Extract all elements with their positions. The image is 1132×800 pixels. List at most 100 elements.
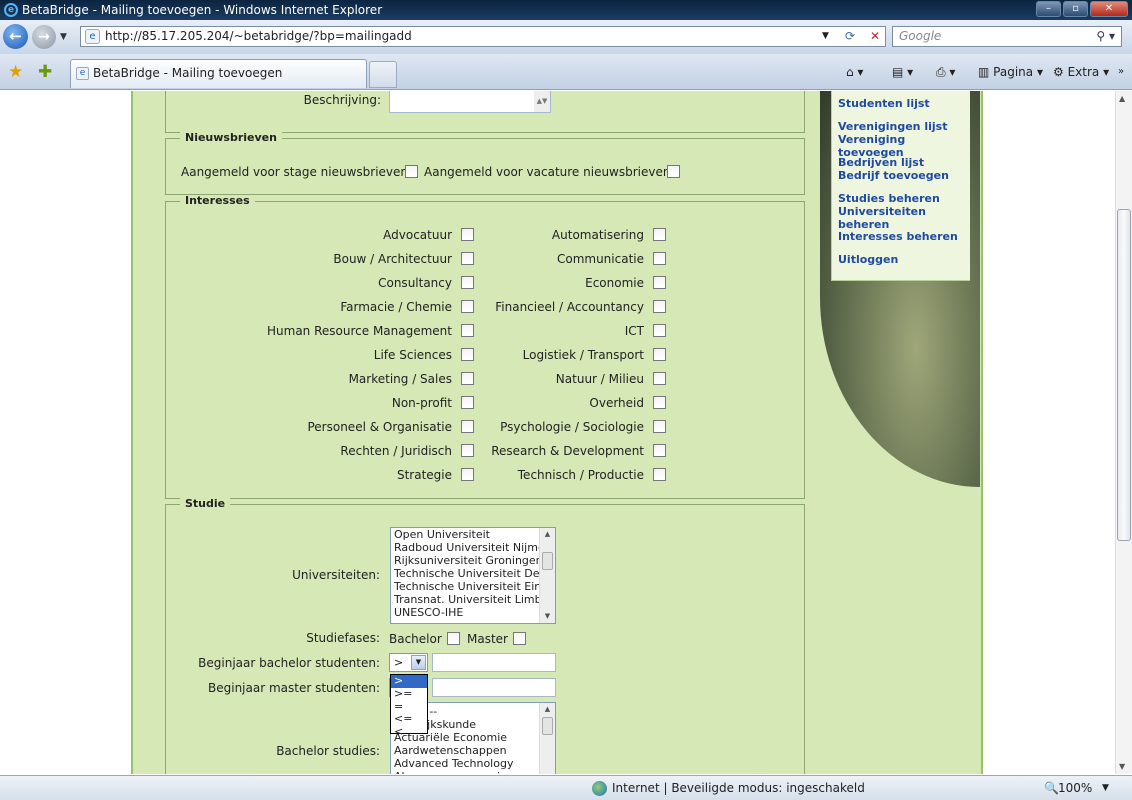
bachelor-studies-scrollbar[interactable]: ▲	[539, 703, 555, 774]
universiteiten-scrollbar[interactable]: ▲ ▼	[539, 528, 555, 623]
bachelor-studie-option[interactable]: Aardwetenschappen	[391, 744, 555, 757]
master-checkbox[interactable]	[513, 632, 526, 645]
stop-icon[interactable]: ✕	[864, 27, 886, 46]
menu-uitloggen[interactable]: Uitloggen	[838, 253, 898, 266]
menu-universiteiten-beheren[interactable]: Universiteiten beheren	[838, 205, 938, 231]
interesse-checkbox-financieel-accountancy[interactable]	[653, 300, 666, 313]
close-window-button[interactable]: ✕	[1090, 1, 1128, 17]
zoom-icon[interactable]: 🔍	[1044, 776, 1059, 800]
tab-mailing-toevoegen[interactable]: e BetaBridge - Mailing toevoegen	[70, 59, 367, 88]
menu-bedrijf-toevoegen[interactable]: Bedrijf toevoegen	[838, 169, 949, 182]
page-menu-label: Pagina	[993, 65, 1034, 79]
page-viewport: Beschrijving: ▲▼ Nieuwsbrieven Aangemeld…	[0, 91, 1115, 774]
universiteit-option[interactable]: UNESCO-IHE	[391, 606, 555, 619]
universiteit-option[interactable]: Rijksuniversiteit Groningen	[391, 554, 555, 567]
universiteiten-listbox[interactable]: Open Universiteit Radboud Universiteit Ni…	[390, 527, 556, 624]
page-scrollbar-thumb[interactable]	[1117, 209, 1131, 541]
interesse-checkbox-technisch-productie[interactable]	[653, 468, 666, 481]
interesse-label-overheid: Overheid	[589, 396, 644, 410]
maximize-button[interactable]: ▫	[1063, 1, 1088, 17]
beginjaar-bachelor-operator-select[interactable]: > ▼	[389, 653, 428, 672]
add-favorites-icon[interactable]: ✚	[38, 62, 52, 82]
ie-logo-icon: e	[4, 3, 18, 17]
address-dropdown-icon[interactable]: ▼	[822, 27, 829, 46]
universiteit-option[interactable]: Radboud Universiteit Nijmegen	[391, 541, 555, 554]
favorites-star-icon[interactable]: ★	[8, 62, 23, 82]
beginjaar-bachelor-input[interactable]	[432, 653, 556, 672]
search-input[interactable]: Google ⚲ ▾	[892, 26, 1122, 47]
tools-menu-button[interactable]: ⚙ Extra ▾	[1053, 62, 1109, 82]
interesse-checkbox-logistiek-transport[interactable]	[653, 348, 666, 361]
master-label: Master	[467, 632, 508, 646]
operator-option[interactable]: >	[391, 674, 427, 688]
beschrijving-label: Beschrijving:	[303, 93, 381, 107]
page-icon: e	[85, 29, 100, 44]
menu-verenigingen-lijst[interactable]: Verenigingen lijst	[838, 120, 947, 133]
home-icon[interactable]: ⌂ ▾	[846, 62, 863, 82]
beginjaar-bachelor-operator-value: >	[394, 656, 404, 669]
page-scrollbar[interactable]: ▲ ▼	[1115, 91, 1132, 774]
operator-option[interactable]: >=	[391, 687, 427, 701]
search-placeholder: Google	[899, 29, 942, 43]
menu-interesses-beheren[interactable]: Interesses beheren	[838, 230, 958, 243]
scroll-down-icon[interactable]: ▼	[1119, 762, 1125, 771]
operator-dropdown-list[interactable]: > >= = <= <	[390, 674, 428, 738]
refresh-icon[interactable]: ⟳	[839, 27, 861, 46]
status-bar: Internet | Beveiligde modus: ingeschakel…	[0, 775, 1132, 800]
zoom-dropdown-icon[interactable]: ▼	[1102, 776, 1109, 800]
interesse-checkbox-overheid[interactable]	[653, 396, 666, 409]
window-titlebar: e BetaBridge - Mailing toevoegen - Windo…	[0, 0, 1132, 20]
universiteit-option[interactable]: Technische Universiteit Delft	[391, 567, 555, 580]
interesse-checkbox-automatisering[interactable]	[653, 228, 666, 241]
interesse-label-psychologie-sociologie: Psychologie / Sociologie	[500, 420, 644, 434]
feeds-icon[interactable]: ▤ ▾	[892, 62, 913, 82]
new-tab-button[interactable]	[369, 61, 397, 88]
address-bar[interactable]: e http://85.17.205.204/~betabridge/?bp=m…	[80, 26, 886, 47]
zoom-level[interactable]: 100%	[1058, 776, 1092, 800]
bachelor-checkbox[interactable]	[447, 632, 460, 645]
menu-studenten-lijst[interactable]: Studenten lijst	[838, 97, 930, 110]
universiteit-option[interactable]: Technische Universiteit Eindhoven	[391, 580, 555, 593]
tools-menu-label: Extra	[1067, 65, 1100, 79]
interesse-checkbox-psychologie-sociologie[interactable]	[653, 420, 666, 433]
tab-label: BetaBridge - Mailing toevoegen	[93, 66, 283, 80]
tab-page-icon: e	[76, 67, 89, 80]
beschrijving-textarea[interactable]: ▲▼	[389, 91, 551, 113]
security-zone-text: Internet | Beveiligde modus: ingeschakel…	[612, 781, 865, 795]
bachelor-studie-option[interactable]: Algemene economie	[391, 770, 555, 774]
interesse-checkbox-natuur-milieu[interactable]	[653, 372, 666, 385]
menu-bedrijven-lijst[interactable]: Bedrijven lijst	[838, 156, 924, 169]
admin-menu: Studenten lijst Verenigingen lijst Veren…	[831, 91, 970, 281]
recent-pages-dropdown-icon[interactable]: ▼	[60, 32, 67, 42]
stage-nieuwsbrieven-checkbox[interactable]	[405, 165, 418, 178]
interesse-checkbox-ict[interactable]	[653, 324, 666, 337]
interesse-checkbox-communicatie[interactable]	[653, 252, 666, 265]
interesse-label-economie: Economie	[585, 276, 644, 290]
address-url: http://85.17.205.204/~betabridge/?bp=mai…	[105, 29, 412, 43]
operator-option[interactable]: <	[391, 725, 427, 739]
chevron-down-icon[interactable]: ▼	[411, 655, 426, 670]
scroll-up-icon[interactable]: ▲	[1119, 94, 1125, 103]
universiteit-option[interactable]: Transnat. Universiteit Limburg	[391, 593, 555, 606]
forward-button[interactable]: →	[32, 25, 56, 49]
interesse-label-ict: ICT	[624, 324, 644, 338]
menu-studies-beheren[interactable]: Studies beheren	[838, 192, 940, 205]
universiteiten-label: Universiteiten:	[292, 568, 380, 582]
universiteit-option[interactable]: Open Universiteit	[391, 528, 555, 541]
bachelor-studie-option[interactable]: Advanced Technology	[391, 757, 555, 770]
overflow-chevron-icon[interactable]: »	[1118, 62, 1124, 82]
bachelor-label: Bachelor	[389, 632, 442, 646]
print-icon[interactable]: ⎙ ▾	[936, 62, 955, 82]
back-button[interactable]: ←	[3, 24, 28, 49]
interesse-checkbox-economie[interactable]	[653, 276, 666, 289]
nieuwsbrieven-legend: Nieuwsbrieven	[180, 132, 282, 144]
page-menu-button[interactable]: ▥ Pagina ▾	[978, 62, 1043, 82]
beginjaar-master-input[interactable]	[432, 678, 556, 697]
vacature-nieuwsbrieven-checkbox[interactable]	[667, 165, 680, 178]
beginjaar-master-label: Beginjaar master studenten:	[208, 681, 380, 695]
minimize-button[interactable]: –	[1036, 1, 1061, 17]
interesse-label-natuur-milieu: Natuur / Milieu	[555, 372, 644, 386]
interesse-checkbox-research-development[interactable]	[653, 444, 666, 457]
studiefases-label: Studiefases:	[306, 631, 380, 645]
search-icon[interactable]: ⚲ ▾	[1096, 27, 1115, 46]
